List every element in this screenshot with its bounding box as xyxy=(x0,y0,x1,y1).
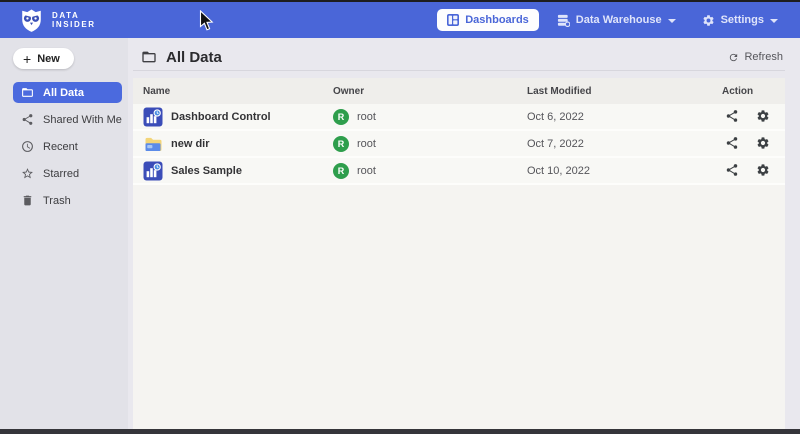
new-button[interactable]: + New xyxy=(13,48,74,69)
column-header-owner: Owner xyxy=(333,86,527,97)
logo-line2: INSIDER xyxy=(52,20,96,29)
data-warehouse-label: Data Warehouse xyxy=(576,14,662,26)
table-body: Dashboard Control R root Oct 6, 2022 xyxy=(133,104,785,185)
column-header-action: Action xyxy=(722,86,785,97)
sidebar-item-all-data[interactable]: All Data xyxy=(13,82,122,103)
row-settings-button[interactable] xyxy=(756,136,771,151)
dashboard-file-icon xyxy=(143,107,163,127)
share-button[interactable] xyxy=(725,163,740,178)
dashboards-button[interactable]: Dashboards xyxy=(437,9,539,31)
data-table: Name Owner Last Modified Action xyxy=(133,78,785,429)
plus-icon: + xyxy=(23,54,31,64)
refresh-icon xyxy=(728,52,739,63)
sidebar: + New All Data Shared With Me xyxy=(0,38,128,429)
chevron-down-icon xyxy=(668,19,676,23)
sidebar-item-trash[interactable]: Trash xyxy=(13,190,122,211)
row-settings-button[interactable] xyxy=(756,163,771,178)
logo-line1: DATA xyxy=(52,11,96,20)
gear-icon xyxy=(756,163,770,177)
chevron-down-icon xyxy=(770,19,778,23)
file-name[interactable]: Sales Sample xyxy=(171,165,242,177)
owner-name: root xyxy=(357,165,376,177)
owner-avatar: R xyxy=(333,136,349,152)
sidebar-item-label: Recent xyxy=(43,141,78,153)
star-icon xyxy=(21,167,34,180)
app-window: DATA INSIDER Dashboards xyxy=(0,0,800,434)
dashboard-grid-icon xyxy=(447,14,459,26)
data-warehouse-menu[interactable]: Data Warehouse xyxy=(549,9,684,31)
sidebar-item-label: Trash xyxy=(43,195,71,207)
bottom-taskbar-strip xyxy=(0,429,800,434)
owner-avatar: R xyxy=(333,163,349,179)
new-button-label: New xyxy=(37,53,60,65)
column-header-last-modified: Last Modified xyxy=(527,86,722,97)
trash-icon xyxy=(21,194,34,207)
gear-icon xyxy=(702,14,715,27)
last-modified: Oct 7, 2022 xyxy=(527,138,722,150)
share-icon xyxy=(725,136,739,150)
share-icon xyxy=(725,109,739,123)
sidebar-nav: All Data Shared With Me Recent xyxy=(13,82,122,217)
app-logo[interactable]: DATA INSIDER xyxy=(18,7,96,34)
table-header-row: Name Owner Last Modified Action xyxy=(133,78,785,104)
share-button[interactable] xyxy=(725,136,740,151)
page-title: All Data xyxy=(166,49,222,66)
topbar: DATA INSIDER Dashboards xyxy=(0,2,800,38)
dashboards-label: Dashboards xyxy=(465,14,529,26)
folder-icon xyxy=(143,134,163,154)
share-icon xyxy=(725,163,739,177)
clock-icon xyxy=(21,140,34,153)
sidebar-item-shared-with-me[interactable]: Shared With Me xyxy=(13,109,122,130)
last-modified: Oct 10, 2022 xyxy=(527,165,722,177)
refresh-button[interactable]: Refresh xyxy=(728,51,783,63)
page-header: All Data Refresh xyxy=(133,38,785,71)
main-content: All Data Refresh Name Owner Last Modifie… xyxy=(128,38,800,429)
owner-name: root xyxy=(357,111,376,123)
owl-icon xyxy=(18,7,45,34)
folder-icon xyxy=(21,86,34,99)
table-row[interactable]: Dashboard Control R root Oct 6, 2022 xyxy=(133,104,785,131)
dashboard-file-icon xyxy=(143,161,163,181)
settings-label: Settings xyxy=(721,14,764,26)
file-name[interactable]: new dir xyxy=(171,138,210,150)
sidebar-item-label: Starred xyxy=(43,168,79,180)
sidebar-item-starred[interactable]: Starred xyxy=(13,163,122,184)
refresh-label: Refresh xyxy=(744,51,783,63)
share-button[interactable] xyxy=(725,109,740,124)
share-icon xyxy=(21,113,34,126)
settings-menu[interactable]: Settings xyxy=(694,9,786,31)
row-settings-button[interactable] xyxy=(756,109,771,124)
table-row[interactable]: new dir R root Oct 7, 2022 xyxy=(133,131,785,158)
database-icon xyxy=(557,14,570,27)
sidebar-item-recent[interactable]: Recent xyxy=(13,136,122,157)
gear-icon xyxy=(756,136,770,150)
column-header-name: Name xyxy=(143,86,333,97)
owner-name: root xyxy=(357,138,376,150)
sidebar-item-label: Shared With Me xyxy=(43,114,122,126)
owner-avatar: R xyxy=(333,109,349,125)
logo-text: DATA INSIDER xyxy=(52,11,96,29)
last-modified: Oct 6, 2022 xyxy=(527,111,722,123)
file-name[interactable]: Dashboard Control xyxy=(171,111,271,123)
top-navigation: Dashboards Data Warehouse Settings xyxy=(437,9,786,31)
sidebar-item-label: All Data xyxy=(43,87,84,99)
gear-icon xyxy=(756,109,770,123)
table-row[interactable]: Sales Sample R root Oct 10, 2022 xyxy=(133,158,785,185)
folder-icon xyxy=(141,49,157,65)
